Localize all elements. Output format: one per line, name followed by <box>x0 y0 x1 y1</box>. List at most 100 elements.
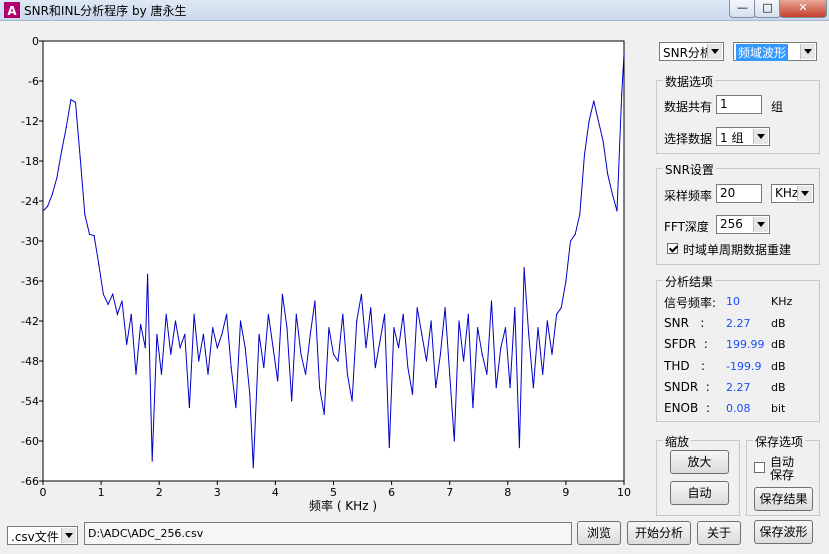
result-value: 2.27 <box>726 381 751 394</box>
auto-save-checkbox[interactable] <box>754 462 765 473</box>
save-waveform-button[interactable]: 保存波形 <box>754 520 813 544</box>
data-point <box>337 360 339 362</box>
data-point <box>579 213 581 215</box>
data-point <box>193 313 195 315</box>
file-type-select[interactable]: .csv文件 <box>7 526 78 545</box>
fft-depth-select[interactable]: 256 <box>716 215 770 234</box>
data-point <box>225 313 228 315</box>
data-point <box>121 300 123 302</box>
result-value: 2.27 <box>726 317 751 330</box>
mode-select[interactable]: SNR分析 <box>659 42 724 61</box>
auto-zoom-button[interactable]: 自动 <box>670 481 729 505</box>
minimize-button[interactable]: — <box>729 0 756 18</box>
data-point <box>532 387 534 389</box>
data-point <box>84 213 86 215</box>
data-point <box>267 313 270 315</box>
y-tick-label: -24 <box>21 195 39 208</box>
data-point <box>156 333 158 335</box>
data-point <box>60 150 63 152</box>
data-point <box>416 307 418 309</box>
data-point <box>202 333 204 335</box>
data-point <box>458 320 460 322</box>
x-tick-label: 1 <box>98 486 105 499</box>
save-result-button[interactable]: 保存结果 <box>754 487 813 511</box>
sample-rate-unit-value: KHz <box>775 186 799 200</box>
data-point <box>439 353 442 355</box>
result-label: SNDR : <box>664 380 710 394</box>
data-point <box>291 400 293 402</box>
data-point <box>453 440 455 442</box>
data-point <box>509 387 511 389</box>
data-point <box>611 193 613 195</box>
about-button[interactable]: 关于 <box>697 521 741 545</box>
fft-depth-value: 256 <box>720 217 743 231</box>
data-point <box>42 210 44 212</box>
zoom-in-button[interactable]: 放大 <box>670 450 729 474</box>
data-point <box>551 353 553 355</box>
data-point <box>518 447 521 449</box>
data-point <box>126 343 128 345</box>
data-point <box>130 313 132 315</box>
data-select-value: 1 组 <box>720 131 744 145</box>
data-point <box>463 360 465 362</box>
data-select[interactable]: 1 组 <box>716 127 770 146</box>
snr-settings-title: SNR设置 <box>663 161 716 178</box>
data-point <box>528 333 530 335</box>
y-tick-label: -60 <box>21 435 39 448</box>
data-point <box>397 347 400 349</box>
data-point <box>402 313 404 315</box>
data-point <box>160 373 163 375</box>
data-point <box>332 353 335 355</box>
data-point <box>144 347 146 349</box>
sample-rate-field[interactable]: 20 <box>716 184 762 203</box>
result-label: ENOB : <box>664 401 710 415</box>
mode-select-value: SNR分析 <box>663 46 712 60</box>
view-select[interactable]: 频域波形 <box>733 42 817 61</box>
data-point <box>263 367 265 369</box>
data-point <box>116 313 118 315</box>
start-analysis-button[interactable]: 开始分析 <box>627 521 691 545</box>
data-point <box>79 157 81 159</box>
rebuild-label: 时域单周期数据重建 <box>683 243 792 257</box>
data-point <box>583 153 586 155</box>
title-bar: A SNR和INL分析程序 by 唐永生 — □ ✕ <box>0 0 829 21</box>
data-point <box>356 320 358 322</box>
data-point <box>481 353 483 355</box>
data-point <box>65 127 67 129</box>
data-point <box>56 177 58 179</box>
data-point <box>342 313 344 315</box>
y-tick-label: -12 <box>21 115 39 128</box>
plot-area <box>42 40 625 482</box>
data-point <box>74 101 77 103</box>
maximize-button[interactable]: □ <box>754 0 781 18</box>
result-value: 199.99 <box>726 338 765 351</box>
data-point <box>407 367 409 369</box>
data-point <box>476 327 479 329</box>
result-value: 10 <box>726 295 740 308</box>
data-point <box>542 373 544 375</box>
result-label: THD : <box>664 359 706 373</box>
data-point <box>295 313 297 315</box>
data-point <box>495 387 497 389</box>
x-tick-label: 2 <box>156 486 163 499</box>
data-point <box>430 320 432 322</box>
file-path-field[interactable]: D:\ADC\ADC_256.csv <box>84 522 572 545</box>
data-point <box>235 407 237 409</box>
data-total-field[interactable]: 1 <box>716 95 762 114</box>
sample-rate-unit-select[interactable]: KHz <box>771 184 814 203</box>
data-point <box>93 235 95 237</box>
data-point <box>616 210 618 212</box>
result-unit: KHz <box>771 295 793 308</box>
data-point <box>212 327 214 329</box>
rebuild-checkbox[interactable] <box>667 243 678 254</box>
data-point <box>88 233 91 235</box>
data-point <box>102 293 105 295</box>
data-point <box>184 333 186 335</box>
data-point <box>230 367 232 369</box>
browse-button[interactable]: 浏览 <box>577 521 621 545</box>
x-tick-label: 4 <box>272 486 279 499</box>
data-point <box>272 347 274 349</box>
data-point <box>346 373 349 375</box>
data-point <box>569 240 572 242</box>
close-button[interactable]: ✕ <box>779 0 827 18</box>
